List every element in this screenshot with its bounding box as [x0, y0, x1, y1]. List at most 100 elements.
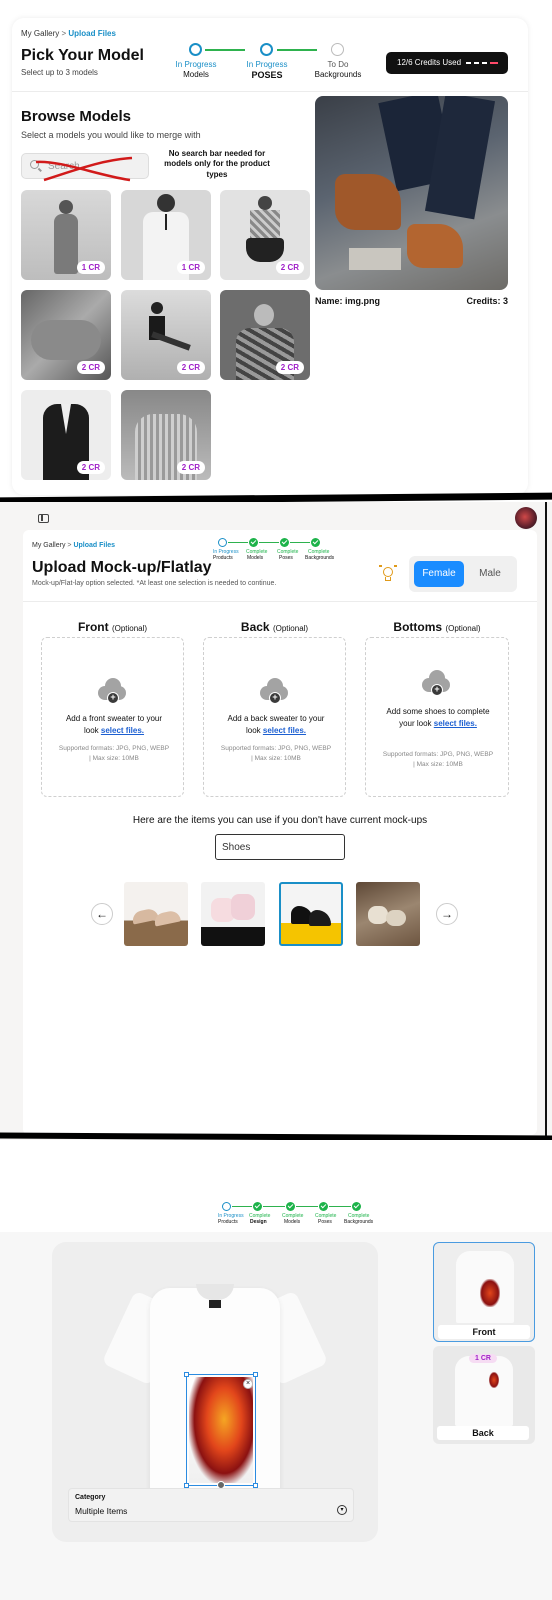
page-title: Upload Mock-up/Flatlay [32, 559, 212, 576]
category-select[interactable]: Shoes [215, 834, 345, 860]
model-thumb[interactable]: 1 CR [121, 190, 211, 280]
shoe-option[interactable] [201, 882, 265, 946]
credit-badge: 2 CR [275, 361, 304, 374]
view-front-thumb[interactable]: Front [433, 1242, 535, 1342]
carousel-next-button[interactable]: → [436, 903, 458, 925]
step-connector [205, 49, 245, 51]
step-models-check[interactable] [249, 538, 258, 547]
chevron-down-icon: ▾ [337, 1505, 347, 1515]
category-dropdown[interactable]: Category Multiple Items ▾ [68, 1488, 354, 1522]
step-poses-check[interactable] [319, 1202, 328, 1211]
upload-instruction: Add a back sweater to your look select f… [227, 714, 325, 735]
step-poses-check[interactable] [280, 538, 289, 547]
model-thumb[interactable]: 2 CR [21, 390, 111, 480]
credits-pill: 12/6 Credits Used [386, 52, 508, 74]
step-poses-circle[interactable] [260, 43, 273, 56]
breadcrumb-current[interactable]: Upload Files [68, 29, 116, 38]
select-files-link[interactable]: select files. [263, 726, 306, 735]
upload-formats: Supported formats: JPG, PNG, WEBP | Max … [220, 745, 332, 762]
view-back-thumb[interactable]: 1 CR Back [433, 1346, 535, 1444]
upload-bottoms-title: Bottoms (Optional) [393, 620, 481, 634]
select-files-link[interactable]: select files. [101, 726, 144, 735]
step-name: Models [247, 555, 264, 561]
step-connector [263, 1206, 285, 1207]
resize-handle[interactable] [253, 1372, 258, 1377]
view-label: Back [437, 1426, 529, 1440]
upload-instruction: Add some shoes to complete your look sel… [386, 707, 490, 728]
carousel-prev-button[interactable]: ← [91, 903, 113, 925]
shoe-option-selected[interactable] [279, 882, 343, 946]
upload-formats: Supported formats: JPG, PNG, WEBP | Max … [382, 751, 494, 768]
model-thumb[interactable]: 2 CR [21, 290, 111, 380]
model-thumb[interactable]: 1 CR [21, 190, 111, 280]
step-connector [290, 542, 310, 543]
step-connector [277, 49, 317, 51]
step-models-circle[interactable] [189, 43, 202, 56]
credit-badge: 1 CR [176, 261, 205, 274]
step-name: Poses [279, 555, 293, 561]
upload-card: My Gallery > Upload Files In Progress Pr… [23, 530, 537, 1135]
avatar[interactable] [515, 507, 537, 529]
stepper: In Progress Models In Progress POSES To … [172, 42, 362, 102]
section-upload-mockup: My Gallery > Upload Files In Progress Pr… [0, 502, 552, 1140]
delete-design-icon[interactable]: × [243, 1379, 253, 1389]
resize-handle[interactable] [184, 1372, 189, 1377]
step-backgrounds-name: Backgrounds [314, 70, 362, 79]
breadcrumb-separator: > [67, 542, 72, 549]
step-models-check[interactable] [286, 1202, 295, 1211]
browse-title: Browse Models [21, 108, 132, 125]
shoe-option[interactable] [356, 882, 420, 946]
step-poses-status: In Progress [246, 60, 288, 69]
annotation-note: No search bar needed for models only for… [164, 149, 270, 179]
step-name: Backgrounds [305, 555, 335, 561]
step-products-circle[interactable] [218, 538, 227, 547]
breadcrumb: My Gallery > Upload Files [32, 542, 115, 549]
step-name: Backgrounds [344, 1219, 374, 1225]
step-design-check[interactable] [253, 1202, 262, 1211]
pick-model-card: My Gallery > Upload Files Pick Your Mode… [12, 18, 528, 495]
breadcrumb-separator: > [61, 29, 67, 38]
credit-badge: 1 CR [76, 261, 105, 274]
header-divider [23, 601, 537, 602]
step-backgrounds-status: To Do [327, 60, 349, 69]
shoe-option[interactable] [124, 882, 188, 946]
step-name: Design [250, 1219, 267, 1225]
step-products-circle[interactable] [222, 1202, 231, 1211]
upload-back-dropzone[interactable]: + Add a back sweater to your look select… [203, 637, 346, 797]
step-backgrounds-check[interactable] [352, 1202, 361, 1211]
step-connector [228, 542, 248, 543]
female-button[interactable]: Female [414, 561, 464, 587]
sidebar-toggle-icon[interactable] [38, 514, 49, 523]
section-pick-model: My Gallery > Upload Files Pick Your Mode… [0, 0, 552, 495]
step-name: Models [284, 1219, 301, 1225]
credit-badge: 1 CR [469, 1354, 497, 1363]
male-button[interactable]: Male [467, 561, 513, 587]
upload-bottoms-dropzone[interactable]: + Add some shoes to complete your look s… [365, 637, 509, 797]
step-connector [329, 1206, 351, 1207]
upload-instruction: Add a front sweater to your look select … [65, 714, 163, 735]
search-bar[interactable]: Search [21, 153, 149, 182]
upload-front-dropzone[interactable]: + Add a front sweater to your look selec… [41, 637, 184, 797]
step-models-name: Models [183, 70, 209, 79]
page-subtitle: Mock-up/Flat-lay option selected. *At le… [32, 580, 277, 587]
page-subtitle: Select up to 3 models [21, 68, 98, 77]
model-thumb[interactable]: 2 CR [220, 190, 310, 280]
step-backgrounds-check[interactable] [311, 538, 320, 547]
model-thumb[interactable]: 2 CR [121, 390, 211, 480]
step-backgrounds-circle[interactable] [331, 43, 344, 56]
model-thumb[interactable]: 2 CR [220, 290, 310, 380]
breadcrumb-root[interactable]: My Gallery [21, 29, 59, 38]
breadcrumb: My Gallery > Upload Files [21, 29, 116, 38]
page-title: Pick Your Model [21, 47, 144, 64]
credit-badge: 2 CR [76, 461, 105, 474]
model-thumb[interactable]: 2 CR [121, 290, 211, 380]
breadcrumb-current[interactable]: Upload Files [73, 542, 115, 549]
breadcrumb-root[interactable]: My Gallery [32, 542, 65, 549]
select-files-link[interactable]: select files. [434, 719, 477, 728]
design-selection-box[interactable]: × [184, 1372, 258, 1489]
lightbulb-icon[interactable] [379, 565, 397, 583]
cross-out-mark [35, 156, 133, 182]
window-edge [545, 502, 547, 1140]
step-name: Poses [318, 1219, 332, 1225]
step-poses-name: POSES [251, 70, 283, 80]
